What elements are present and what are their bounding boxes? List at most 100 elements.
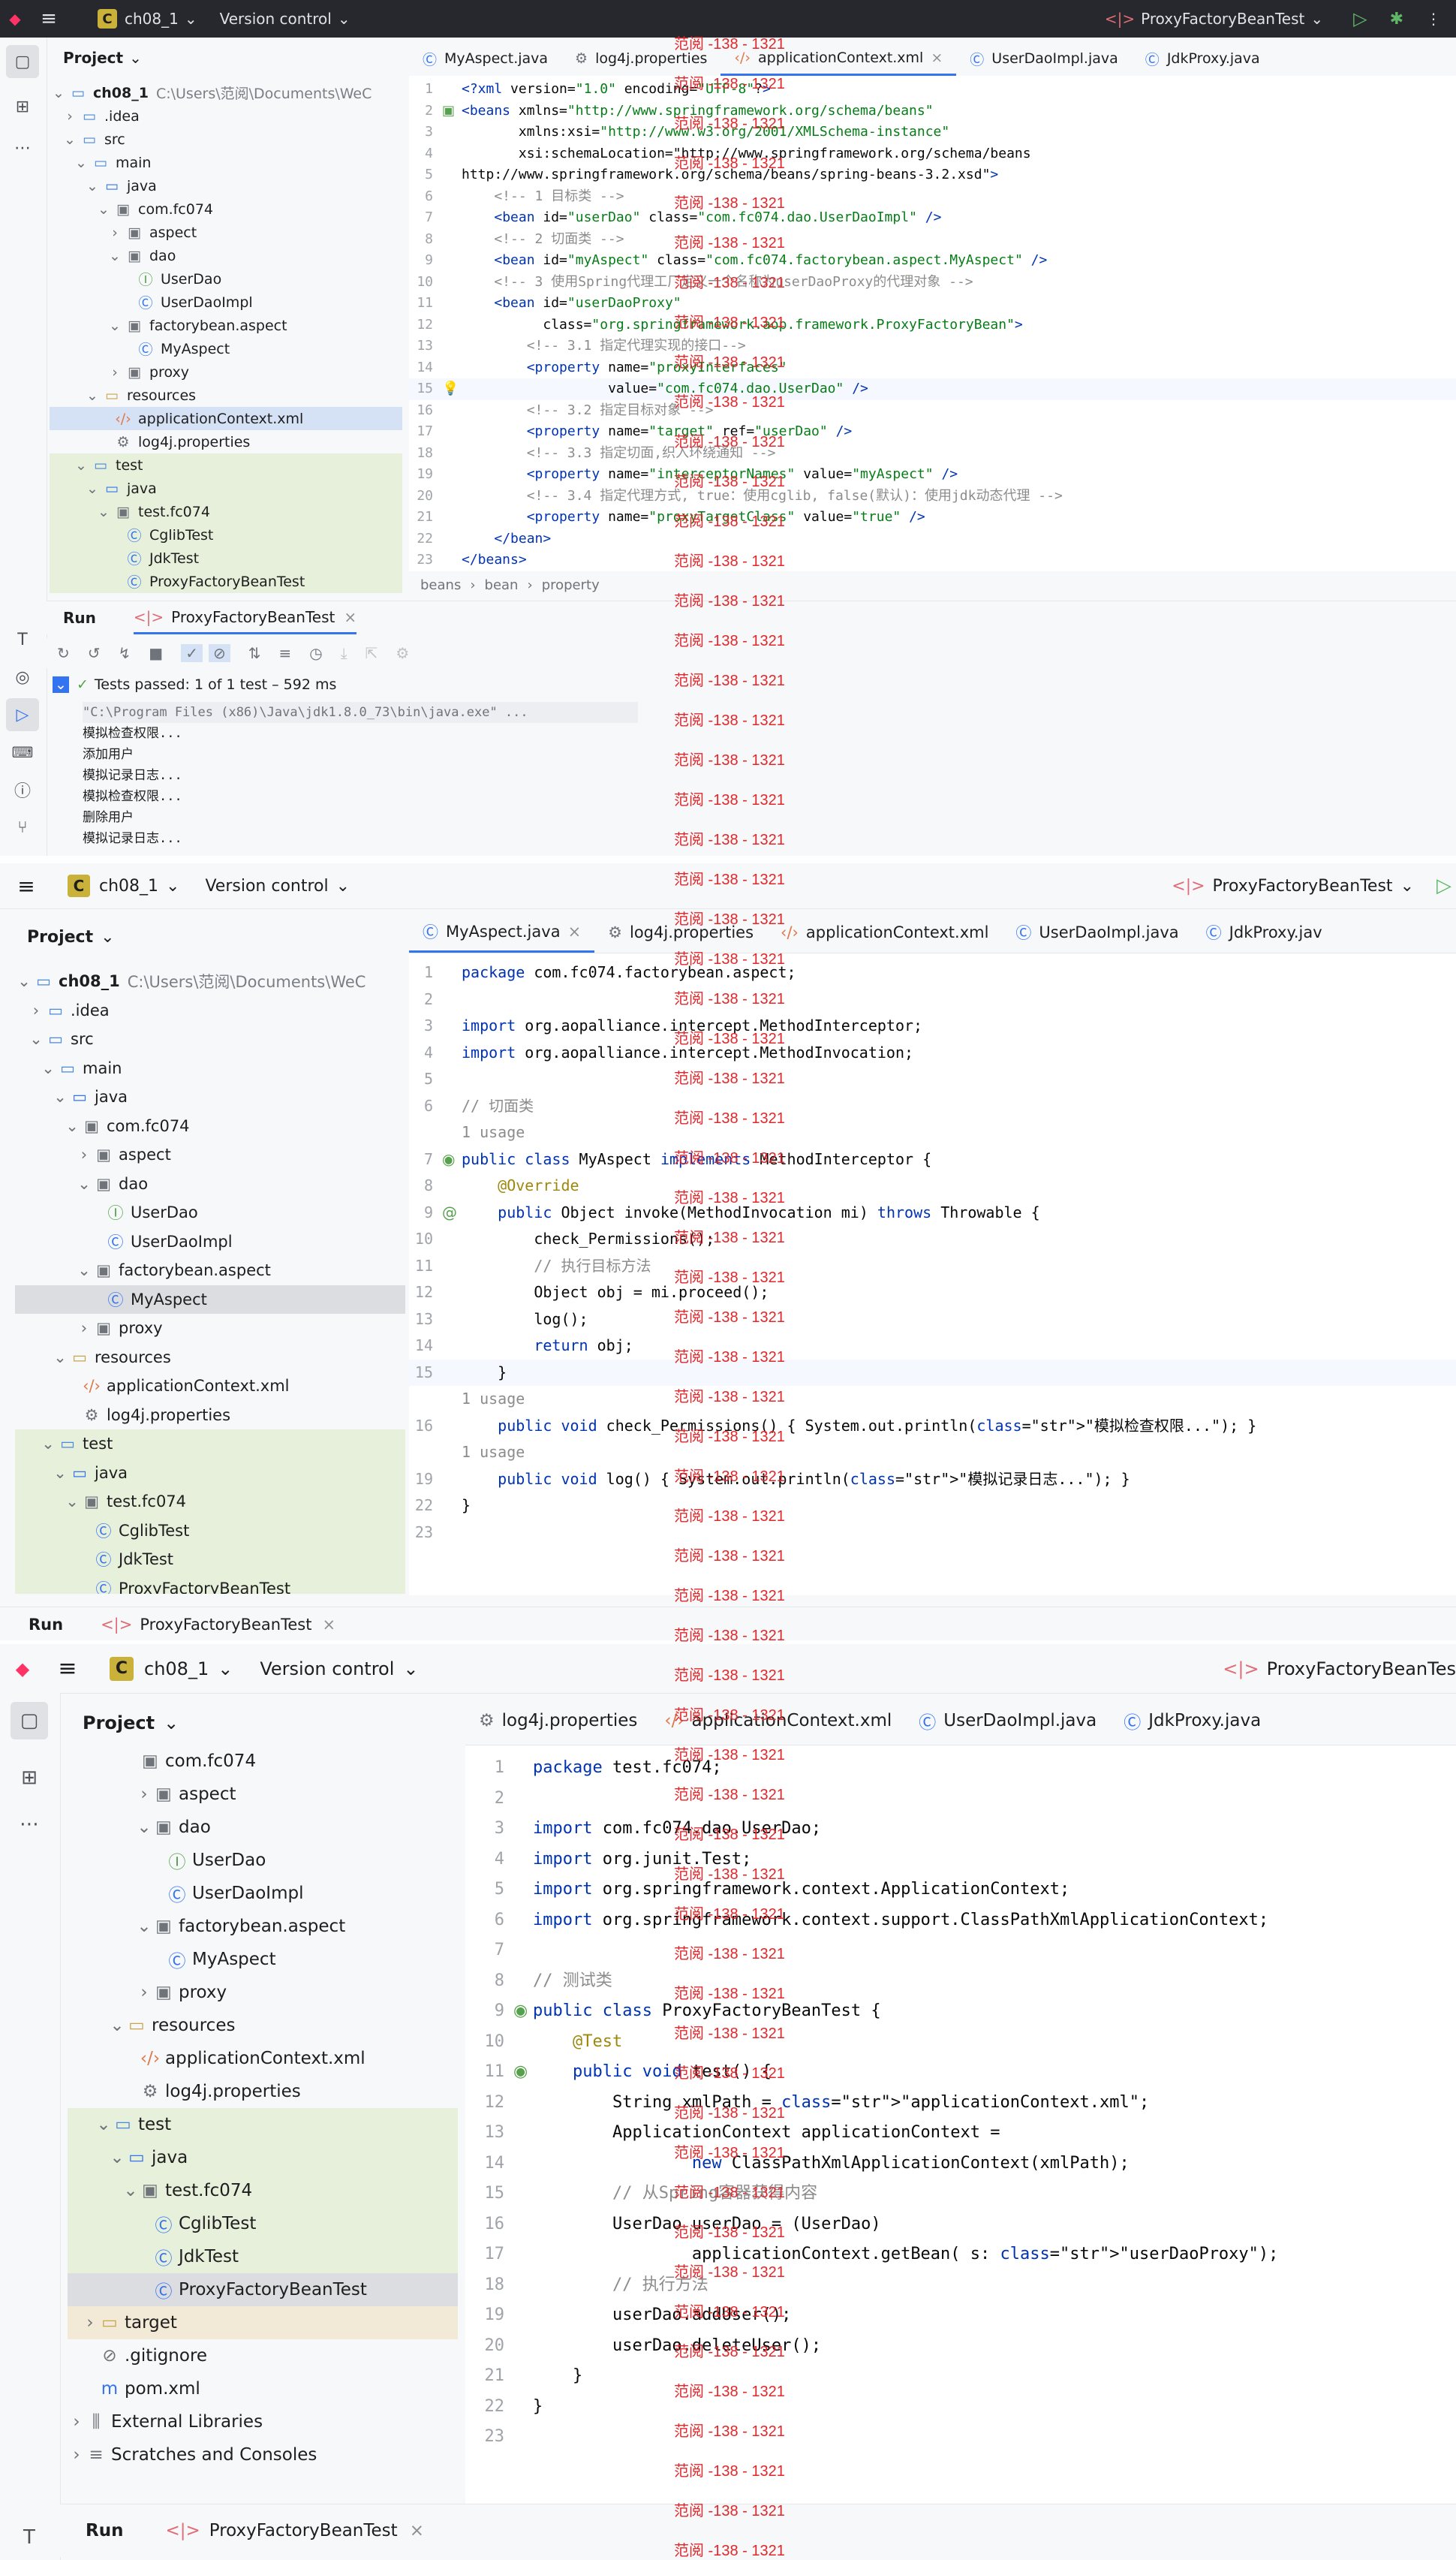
code-editor[interactable]: 1 2 3 4 5 6 7 8 9 10 11 12 13 14 15 16 17 18 19 20 21 22 23 pac… bbox=[465, 1745, 1456, 2504]
tree-node[interactable]: ‹/› applicationContext.xml bbox=[68, 2042, 458, 2075]
tree-node[interactable]: ⌄ ▭ resources bbox=[50, 384, 402, 407]
chevron-down-icon[interactable]: ⌄ bbox=[39, 1435, 57, 1453]
import-icon[interactable]: ⤓ bbox=[341, 644, 347, 662]
chevron-down-icon[interactable]: ⌄ bbox=[83, 387, 101, 404]
code-area[interactable]: package test.fc074; import com.fc074.dao.… bbox=[533, 1745, 1456, 2504]
implemented-gutter-icon[interactable]: ◉ bbox=[442, 1146, 455, 1173]
chevron-down-icon[interactable]: ⌄ bbox=[27, 1030, 45, 1048]
tree-node[interactable]: ⌄ ▣ factorybean.aspect bbox=[50, 314, 402, 337]
chevron-right-icon[interactable]: › bbox=[61, 108, 79, 125]
chevron-right-icon[interactable]: › bbox=[81, 2313, 99, 2333]
tree-node[interactable]: Ⓒ JdkTest bbox=[15, 1545, 405, 1574]
tree-node[interactable]: › ▭ .idea bbox=[50, 104, 402, 128]
chevron-down-icon[interactable]: ⌄ bbox=[106, 318, 124, 334]
editor-tab[interactable]: Ⓒ JdkProxy.java bbox=[1132, 41, 1274, 76]
tree-node[interactable]: ⌄ ▣ com.fc074 bbox=[15, 1112, 405, 1141]
tree-node[interactable]: ⌄ ▭ ch08_1 C:\Users\范阅\Documents\WeC bbox=[50, 81, 402, 104]
tree-node[interactable]: ▣ com.fc074 bbox=[68, 1745, 458, 1778]
tree-node[interactable]: Ⓘ UserDao bbox=[15, 1198, 405, 1227]
tree-node[interactable]: Ⓒ UserDaoImpl bbox=[50, 291, 402, 314]
tree-node[interactable]: ⊘ .gitignore bbox=[68, 2339, 458, 2372]
run-test-gutter-icon[interactable]: ◉ bbox=[513, 1996, 528, 2027]
chevron-right-icon[interactable]: › bbox=[106, 224, 124, 241]
chevron-down-icon[interactable]: ⌄ bbox=[95, 2115, 113, 2134]
tree-node[interactable]: ⌄ ▣ factorybean.aspect bbox=[68, 1910, 458, 1943]
tree-node[interactable]: › ▣ proxy bbox=[15, 1314, 405, 1343]
editor-tab[interactable]: Ⓒ UserDaoImpl.java bbox=[956, 41, 1132, 76]
project-tool-icon[interactable]: ▢ bbox=[11, 1702, 48, 1739]
more-icon[interactable]: ⋮ bbox=[1426, 10, 1441, 28]
chevron-down-icon[interactable]: ⌄ bbox=[61, 131, 79, 148]
chevron-down-icon[interactable]: ⌄ bbox=[50, 85, 68, 101]
editor-tab[interactable]: Ⓒ JdkProxy.java bbox=[1110, 1697, 1274, 1745]
tree-node[interactable]: Ⓒ JdkTest bbox=[50, 547, 402, 570]
tree-node[interactable]: Ⓒ UserDaoImpl bbox=[68, 1877, 458, 1910]
tree-node[interactable]: ⌄ ▭ resources bbox=[15, 1343, 405, 1372]
tree-node[interactable]: Ⓒ CglibTest bbox=[15, 1516, 405, 1545]
close-icon[interactable]: × bbox=[410, 2521, 424, 2540]
tree-node[interactable]: › ▣ proxy bbox=[68, 1976, 458, 2009]
tree-node[interactable]: Ⓒ ProxyFactoryBeanTest bbox=[15, 1574, 405, 1594]
chevron-right-icon[interactable]: › bbox=[68, 2445, 86, 2465]
show-passed-icon[interactable]: ✓ bbox=[181, 644, 203, 662]
tree-node[interactable]: ⌄ ▭ resources bbox=[68, 2009, 458, 2042]
settings-icon[interactable]: ⚙ bbox=[396, 644, 409, 662]
run-config-selector[interactable]: <|> ProxyFactoryBeanTes bbox=[1223, 1658, 1456, 1679]
tree-node[interactable]: m pom.xml bbox=[68, 2372, 458, 2405]
chevron-down-icon[interactable]: ⌄ bbox=[135, 1818, 153, 1837]
close-icon[interactable]: × bbox=[322, 1616, 335, 1634]
project-panel-title[interactable]: Project ⌄ bbox=[83, 1708, 179, 1738]
version-control-menu[interactable]: Version control ⌄ bbox=[220, 10, 350, 28]
tree-node[interactable]: ⌄ ▭ java bbox=[50, 174, 402, 197]
services-tool-icon[interactable]: ◎ bbox=[6, 661, 39, 694]
tree-node[interactable]: ⌄ ▭ ch08_1 C:\Users\范阅\Documents\WeC bbox=[15, 967, 405, 996]
project-selector[interactable]: C ch08_1 ⌄ bbox=[110, 1656, 233, 1681]
main-menu-icon[interactable]: ≡ bbox=[45, 1655, 90, 1682]
problems-tool-icon[interactable]: ⓘ bbox=[6, 773, 39, 806]
tree-node[interactable]: ⌄ ▣ dao bbox=[68, 1811, 458, 1844]
rerun-failed-icon[interactable]: ↺ bbox=[88, 644, 101, 662]
tree-node[interactable]: Ⓒ MyAspect bbox=[50, 337, 402, 360]
tree-node[interactable]: ⌄ ▭ java bbox=[15, 1083, 405, 1112]
chevron-down-icon[interactable]: ⌄ bbox=[95, 504, 113, 520]
main-menu-icon[interactable]: ≡ bbox=[0, 874, 53, 899]
chevron-down-icon[interactable]: ⌄ bbox=[63, 1117, 81, 1135]
show-ignored-icon[interactable]: ⊘ bbox=[208, 644, 230, 662]
editor-tab[interactable]: Ⓒ MyAspect.java bbox=[409, 41, 561, 76]
tree-node[interactable]: Ⓘ UserDao bbox=[68, 1844, 458, 1877]
tree-node[interactable]: ⌄ ▭ src bbox=[15, 1025, 405, 1054]
tree-node[interactable]: ⌄ ▭ java bbox=[15, 1458, 405, 1487]
tree-node[interactable]: ⌄ ▭ main bbox=[15, 1054, 405, 1083]
editor-tab[interactable]: Ⓒ JdkProxy.jav bbox=[1193, 912, 1336, 953]
build-tool-icon[interactable]: T bbox=[6, 623, 39, 656]
project-selector[interactable]: C ch08_1 ⌄ bbox=[68, 875, 179, 897]
tree-node[interactable]: › ▣ aspect bbox=[15, 1140, 405, 1170]
run-test-gutter-icon[interactable]: ◉ bbox=[513, 2057, 528, 2088]
tree-node[interactable]: ⌄ ▣ test.fc074 bbox=[68, 2174, 458, 2207]
run-icon[interactable]: ▷ bbox=[1436, 875, 1451, 897]
chevron-right-icon[interactable]: › bbox=[135, 1983, 153, 2002]
chevron-down-icon[interactable]: ⌄ bbox=[135, 1917, 153, 1936]
tree-node[interactable]: ‹/› applicationContext.xml bbox=[15, 1372, 405, 1401]
close-icon[interactable]: × bbox=[568, 923, 582, 941]
chevron-down-icon[interactable]: ⌄ bbox=[53, 676, 69, 693]
chevron-down-icon[interactable]: ⌄ bbox=[51, 1464, 69, 1482]
history-icon[interactable]: ◷ bbox=[309, 644, 322, 662]
run-tab[interactable]: <|> ProxyFactoryBeanTest × bbox=[101, 1616, 335, 1634]
tree-node[interactable]: Ⓒ MyAspect bbox=[15, 1285, 405, 1314]
chevron-down-icon[interactable]: ⌄ bbox=[75, 1261, 93, 1279]
chevron-down-icon[interactable]: ⌄ bbox=[108, 2016, 126, 2035]
tree-node[interactable]: › ▣ aspect bbox=[68, 1778, 458, 1811]
export-icon[interactable]: ⇱ bbox=[366, 644, 378, 662]
editor-tab[interactable]: Ⓒ UserDaoImpl.java bbox=[1002, 912, 1192, 953]
debug-icon[interactable]: ✱ bbox=[1390, 10, 1403, 29]
run-tab[interactable]: <|> ProxyFactoryBeanTest × bbox=[133, 602, 357, 634]
tree-node[interactable]: ⌄ ▭ test bbox=[15, 1429, 405, 1459]
tree-node[interactable]: ⌄ ▭ test bbox=[68, 2108, 458, 2141]
tree-node[interactable]: ⌄ ▣ test.fc074 bbox=[15, 1487, 405, 1516]
tree-node[interactable]: › ≡ Scratches and Consoles bbox=[68, 2438, 458, 2471]
tree-node[interactable]: Ⓒ JdkTest bbox=[68, 2240, 458, 2273]
chevron-down-icon[interactable]: ⌄ bbox=[63, 1492, 81, 1510]
tree-node[interactable]: ⌄ ▭ test bbox=[50, 453, 402, 477]
tree-node[interactable]: ⌄ ▭ main bbox=[50, 151, 402, 174]
